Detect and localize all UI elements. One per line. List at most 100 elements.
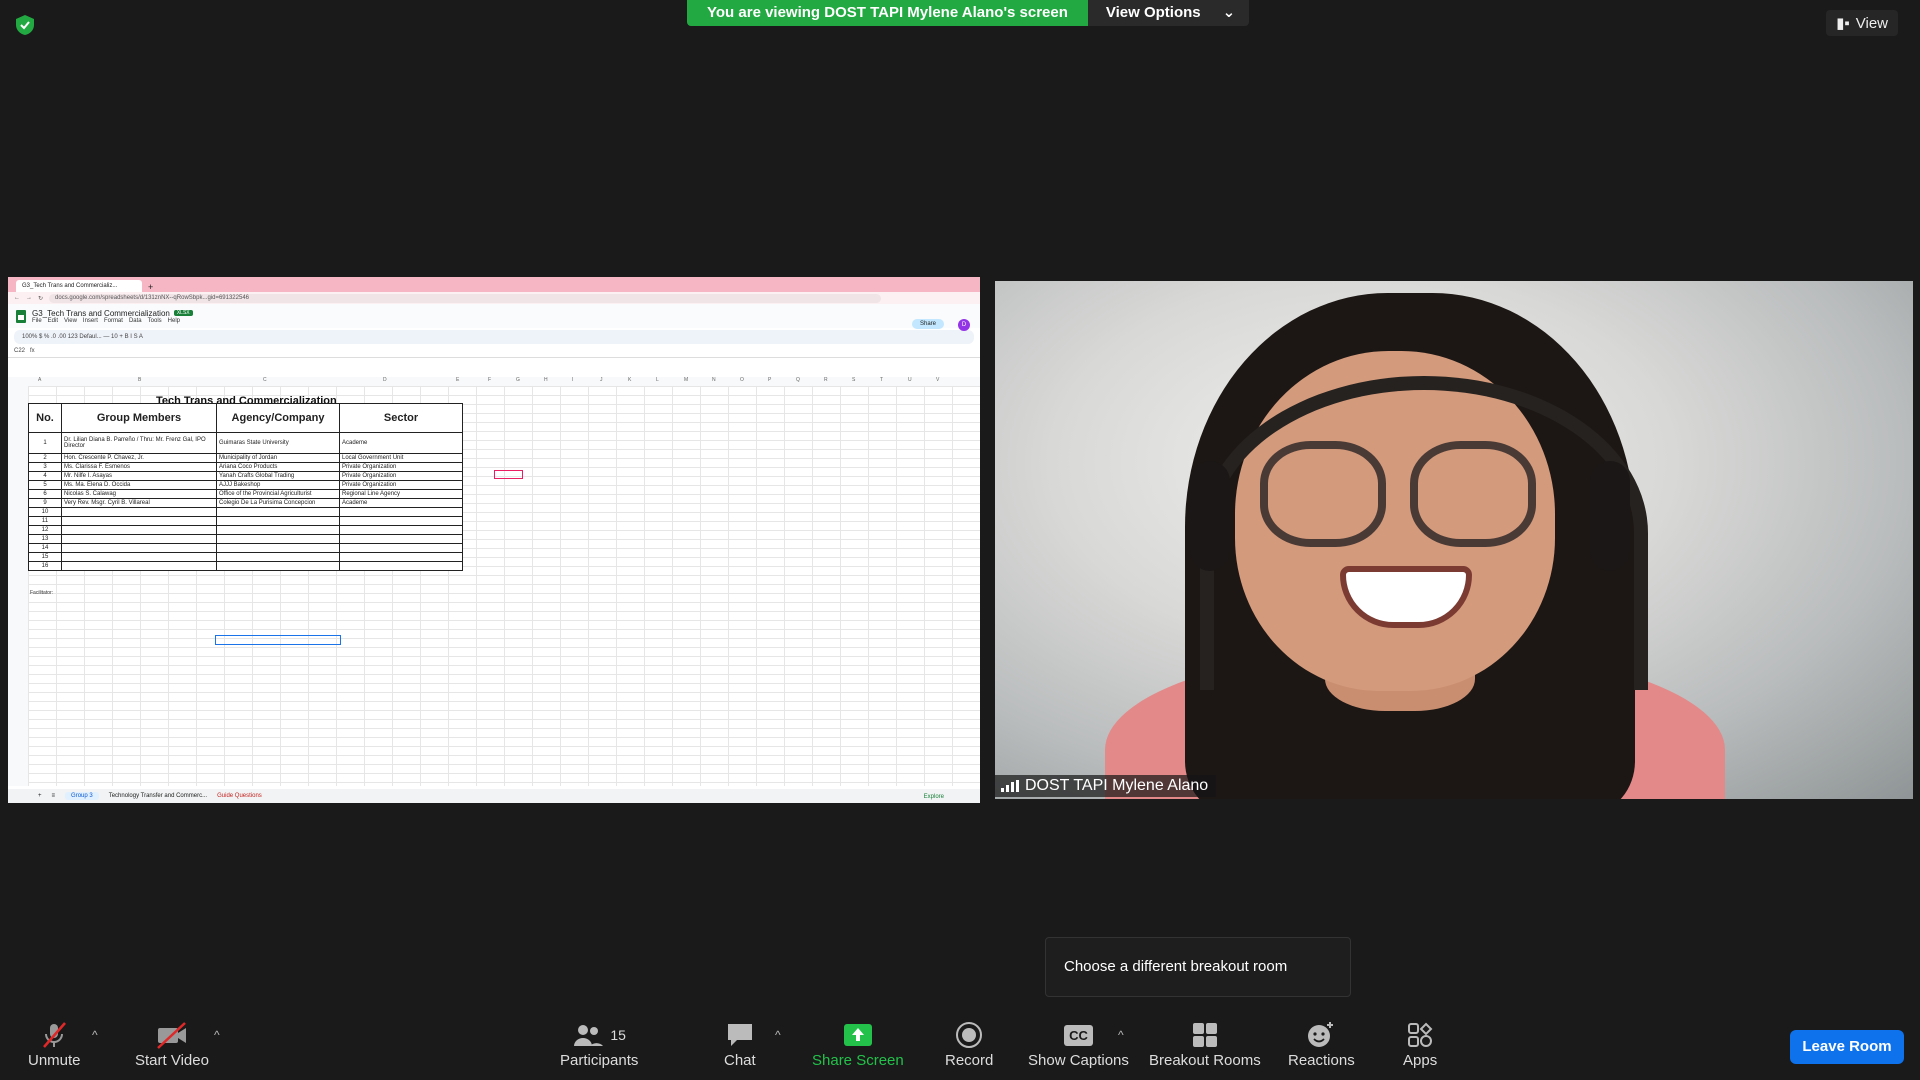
column-header[interactable]: D <box>383 377 387 383</box>
menu-edit[interactable]: Edit <box>48 318 58 324</box>
menu-help[interactable]: Help <box>168 318 180 324</box>
table-cell[interactable]: Dr. Lilian Diana B. Parreño / Thru: Mr. … <box>61 432 217 454</box>
menu-data[interactable]: Data <box>129 318 142 324</box>
table-cell[interactable]: Academe <box>339 432 463 454</box>
captions-options-chevron-icon[interactable]: ^ <box>1118 1028 1124 1042</box>
sheet-tab-group3[interactable]: Group 3 <box>65 792 99 800</box>
table-cell[interactable]: Very Rev. Msgr. Cyril B. Villareal <box>61 498 217 508</box>
start-video-button[interactable]: Start Video <box>135 1018 209 1069</box>
breakout-rooms-button[interactable]: Breakout Rooms <box>1149 1018 1261 1069</box>
table-cell[interactable]: 5 <box>28 480 62 490</box>
selected-cell[interactable] <box>215 635 341 645</box>
table-cell[interactable] <box>216 561 340 571</box>
table-cell[interactable]: Municipality of Jordan <box>216 453 340 463</box>
column-header[interactable]: H <box>544 377 548 383</box>
table-cell[interactable]: Yanah Crafts Global Trading <box>216 471 340 481</box>
table-cell[interactable] <box>339 516 463 526</box>
table-cell[interactable]: Ms. Ma. Elena D. Occida <box>61 480 217 490</box>
all-sheets-icon[interactable]: ≡ <box>52 793 56 799</box>
table-cell[interactable] <box>216 552 340 562</box>
sheet-tab-guide-questions[interactable]: Guide Questions <box>217 793 262 799</box>
participants-button[interactable]: 15 Participants <box>560 1018 638 1069</box>
table-cell[interactable] <box>61 534 217 544</box>
browser-tab[interactable]: G3_Tech Trans and Commercializ... <box>16 280 142 292</box>
unmute-button[interactable]: Unmute <box>28 1018 81 1069</box>
sheets-toolbar[interactable]: 100% $ % .0 .00 123 Defaul... — 10 + B I… <box>14 330 974 344</box>
column-header[interactable]: P <box>768 377 771 383</box>
table-cell[interactable]: 2 <box>28 453 62 463</box>
table-cell[interactable]: 9 <box>28 498 62 508</box>
reload-icon[interactable]: ↻ <box>38 295 43 302</box>
column-header[interactable]: G <box>516 377 520 383</box>
column-header[interactable]: R <box>824 377 828 383</box>
column-header[interactable]: N <box>712 377 716 383</box>
show-captions-button[interactable]: CC Show Captions <box>1028 1018 1129 1069</box>
column-header[interactable]: A <box>38 377 41 383</box>
column-header[interactable]: Q <box>796 377 800 383</box>
table-cell[interactable] <box>339 561 463 571</box>
formula-bar[interactable]: C22 fx <box>8 346 980 358</box>
table-cell[interactable]: 1 <box>28 432 62 454</box>
table-cell[interactable] <box>61 552 217 562</box>
table-cell[interactable]: 4 <box>28 471 62 481</box>
table-cell[interactable]: 10 <box>28 507 62 517</box>
table-cell[interactable]: Ms. Clarissa F. Esmenos <box>61 462 217 472</box>
table-cell[interactable]: 12 <box>28 525 62 535</box>
table-cell[interactable]: Guimaras State University <box>216 432 340 454</box>
table-cell[interactable]: 6 <box>28 489 62 499</box>
menu-tools[interactable]: Tools <box>148 318 162 324</box>
column-header[interactable]: J <box>600 377 603 383</box>
table-cell[interactable]: Hon. Crescente P. Chavez, Jr. <box>61 453 217 463</box>
table-cell[interactable]: Colegio De La Purisima Concepcion <box>216 498 340 508</box>
table-cell[interactable]: 11 <box>28 516 62 526</box>
url-field[interactable]: docs.google.com/spreadsheets/d/131znNX--… <box>49 293 882 303</box>
share-screen-button[interactable]: Share Screen <box>812 1018 904 1069</box>
table-cell[interactable] <box>339 552 463 562</box>
table-cell[interactable]: Office of the Provincial Agriculturist <box>216 489 340 499</box>
table-cell[interactable]: Private Organization <box>339 462 463 472</box>
table-cell[interactable] <box>61 543 217 553</box>
apps-button[interactable]: Apps <box>1403 1018 1437 1069</box>
back-icon[interactable]: ← <box>14 295 20 301</box>
menu-file[interactable]: File <box>32 318 42 324</box>
name-box[interactable]: C22 <box>14 348 25 354</box>
table-cell[interactable]: Local Government Unit <box>339 453 463 463</box>
column-header[interactable]: F <box>488 377 491 383</box>
leave-room-button[interactable]: Leave Room <box>1790 1030 1904 1064</box>
table-cell[interactable]: Ariana Coco Products <box>216 462 340 472</box>
column-header[interactable]: E <box>456 377 459 383</box>
column-header[interactable]: L <box>656 377 659 383</box>
record-button[interactable]: Record <box>945 1018 993 1069</box>
table-cell[interactable]: Academe <box>339 498 463 508</box>
table-cell[interactable]: Mr. Nilfe I. Asayas <box>61 471 217 481</box>
table-cell[interactable]: 16 <box>28 561 62 571</box>
column-header[interactable]: C <box>263 377 267 383</box>
table-cell[interactable] <box>216 507 340 517</box>
table-cell[interactable]: 3 <box>28 462 62 472</box>
table-cell[interactable]: 15 <box>28 552 62 562</box>
doc-title[interactable]: G3_Tech Trans and Commercialization <box>32 309 170 318</box>
column-header[interactable]: B <box>138 377 141 383</box>
table-cell[interactable] <box>339 543 463 553</box>
view-button[interactable]: ▮▪ View <box>1826 10 1898 36</box>
table-cell[interactable]: Private Organization <box>339 471 463 481</box>
add-sheet-icon[interactable]: + <box>38 793 42 799</box>
view-options-button[interactable]: View Options ⌄ <box>1087 0 1250 26</box>
column-header[interactable]: O <box>740 377 744 383</box>
forward-icon[interactable]: → <box>26 295 32 301</box>
chat-button[interactable]: Chat <box>724 1018 756 1069</box>
table-cell[interactable] <box>61 561 217 571</box>
sheet-tab-tech-transfer[interactable]: Technology Transfer and Commerc... <box>109 793 207 799</box>
table-cell[interactable]: Private Organization <box>339 480 463 490</box>
table-cell[interactable] <box>216 534 340 544</box>
avatar[interactable]: D <box>958 319 970 331</box>
column-header[interactable]: S <box>852 377 855 383</box>
column-header[interactable]: U <box>908 377 912 383</box>
sheets-share-button[interactable]: Share <box>911 319 944 329</box>
table-cell[interactable] <box>216 543 340 553</box>
table-cell[interactable] <box>216 516 340 526</box>
table-cell[interactable] <box>339 525 463 535</box>
table-cell[interactable] <box>339 507 463 517</box>
table-cell[interactable]: 13 <box>28 534 62 544</box>
security-shield-icon[interactable] <box>14 14 36 36</box>
